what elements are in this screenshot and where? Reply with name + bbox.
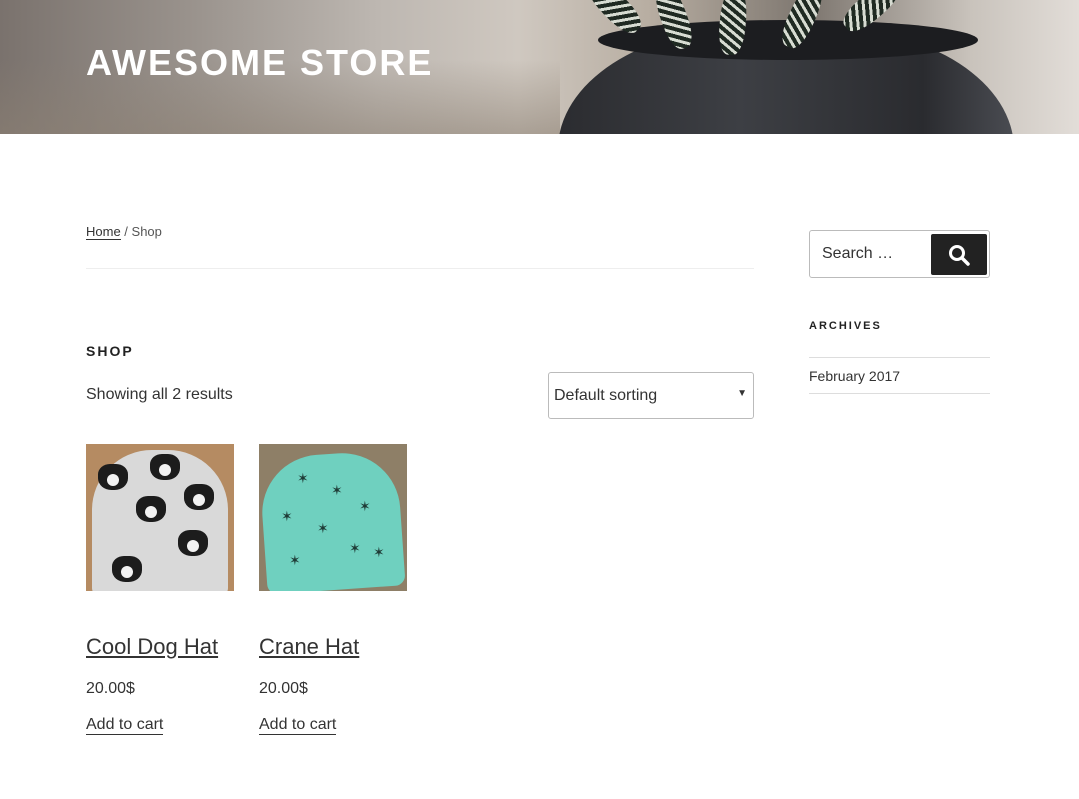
crane-print: ✶ <box>317 520 329 536</box>
search-form: Search … <box>809 230 990 278</box>
archive-link[interactable]: February 2017 <box>809 358 990 393</box>
crane-print: ✶ <box>359 498 371 514</box>
product-image[interactable] <box>86 444 234 591</box>
breadcrumb: Home / Shop <box>86 224 162 240</box>
dog-print <box>184 484 214 510</box>
archives-widget-title: ARCHIVES <box>809 320 882 332</box>
sorting-select[interactable]: Default sorting ▼ <box>548 372 754 419</box>
breadcrumb-separator: / <box>120 224 132 239</box>
sorting-selected-value: Default sorting <box>554 387 658 404</box>
add-to-cart-button[interactable]: Add to cart <box>259 716 337 735</box>
breadcrumb-current: Shop <box>131 224 162 239</box>
dog-print <box>178 530 208 556</box>
site-title[interactable]: AWESOME STORE <box>86 42 433 84</box>
result-count: Showing all 2 results <box>86 386 233 403</box>
product-card: Cool Dog Hat 20.00$ Add to cart <box>86 444 236 735</box>
archives-divider <box>809 393 990 394</box>
dog-print <box>150 454 180 480</box>
archives-list: February 2017 <box>809 357 990 394</box>
chevron-down-icon: ▼ <box>737 388 747 399</box>
breadcrumb-home-link[interactable]: Home <box>86 224 121 240</box>
crane-print: ✶ <box>349 540 361 556</box>
add-to-cart-button[interactable]: Add to cart <box>86 716 164 735</box>
dog-print <box>112 556 142 582</box>
dog-print <box>98 464 128 490</box>
product-image[interactable]: ✶ ✶ ✶ ✶ ✶ ✶ ✶ ✶ <box>259 444 407 591</box>
crane-print: ✶ <box>297 470 309 486</box>
crane-print: ✶ <box>289 552 301 568</box>
product-title[interactable]: Crane Hat <box>259 634 359 660</box>
site-header: AWESOME STORE <box>0 0 1079 134</box>
crane-print: ✶ <box>373 544 385 560</box>
product-title[interactable]: Cool Dog Hat <box>86 634 218 660</box>
dog-print <box>136 496 166 522</box>
crane-print: ✶ <box>281 508 293 524</box>
product-price: 20.00$ <box>86 680 135 697</box>
search-input[interactable]: Search … <box>822 245 893 263</box>
product-card: ✶ ✶ ✶ ✶ ✶ ✶ ✶ ✶ Crane Hat 20.00$ Add to … <box>259 444 409 735</box>
crane-print: ✶ <box>331 482 343 498</box>
product-price: 20.00$ <box>259 680 308 697</box>
breadcrumb-divider <box>86 268 754 269</box>
search-button[interactable] <box>931 234 987 275</box>
page-title: SHOP <box>86 343 134 359</box>
search-icon <box>949 245 970 266</box>
